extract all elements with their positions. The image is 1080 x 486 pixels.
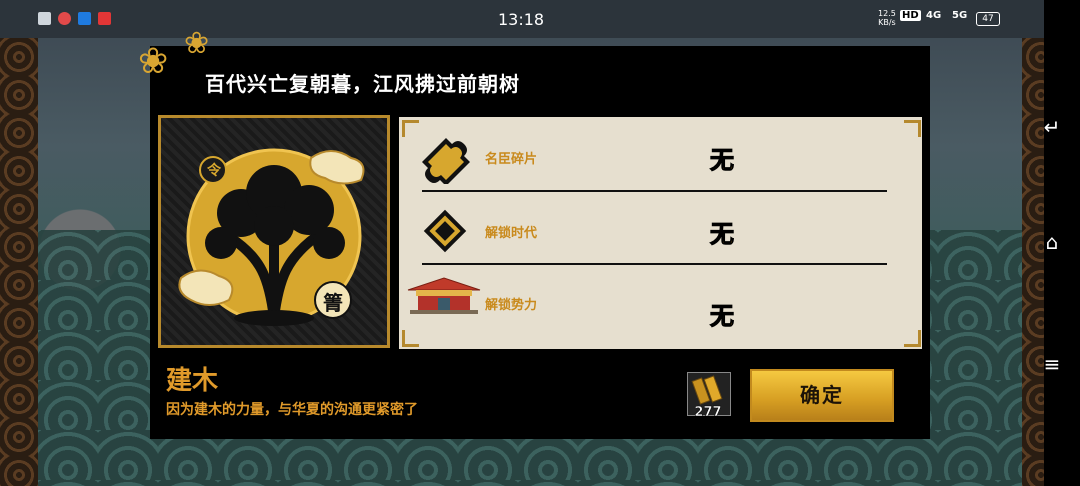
back-icon[interactable]: ↵ <box>1040 115 1064 139</box>
reward-description: 因为建木的力量，与华夏的沟通更紧密了 <box>166 402 418 418</box>
panel-corner-ornament <box>402 330 419 347</box>
palace-icon <box>407 277 481 314</box>
clock: 13:18 <box>498 10 545 29</box>
signal-5g: 5G <box>952 10 968 21</box>
emblem-top-glyph: 令 <box>207 163 221 179</box>
gold-bars-glyph <box>691 375 723 405</box>
row-divider <box>422 190 887 192</box>
confirm-button[interactable]: 确定 <box>750 369 894 422</box>
battery-indicator: 47 <box>976 12 1000 26</box>
zhihu-icon <box>78 12 91 25</box>
emblem-bottom-glyph: 箐 <box>323 291 343 315</box>
panel-corner-ornament <box>402 120 419 137</box>
row-value-era: 无 <box>710 220 735 249</box>
doc-icon <box>38 12 51 25</box>
left-border-pattern <box>0 0 38 486</box>
row-value-fragments: 无 <box>710 146 735 175</box>
flower-ornament-icon: ❀ <box>184 26 210 61</box>
row-label-fragments: 名臣碎片 <box>485 152 538 167</box>
hd-badge: HD <box>900 10 921 21</box>
row-label-era: 解锁时代 <box>485 226 538 241</box>
panel-corner-ornament <box>904 330 921 347</box>
menu-icon[interactable]: ≡ <box>1040 352 1064 376</box>
signal-4g: 4G <box>926 10 942 21</box>
red-app-icon <box>58 12 71 25</box>
net-speed-value: 12.5 <box>878 9 896 18</box>
home-icon[interactable]: ⌂ <box>1040 230 1064 254</box>
dialog-title: 百代兴亡复朝暮，江风拂过前朝树 <box>205 72 520 96</box>
reward-name: 建木 <box>166 366 219 396</box>
row-divider <box>422 263 887 265</box>
panel-corner-ornament <box>904 120 921 137</box>
row-value-faction: 无 <box>710 302 735 331</box>
flower-ornament-icon: ❀ <box>138 41 169 82</box>
toutiao-icon <box>98 12 111 25</box>
tree-emblem: 令 箐 <box>158 115 390 348</box>
jianmu-tree-icon <box>178 148 365 326</box>
diamond-token-icon <box>423 209 467 253</box>
item-count: 277 <box>694 405 722 421</box>
net-speed-unit: KB/s <box>878 18 896 27</box>
row-label-faction: 解锁势力 <box>485 298 538 313</box>
puzzle-icon <box>422 138 470 184</box>
net-speed: 12.5 KB/s <box>878 9 896 27</box>
status-bar: 13:18 12.5 KB/s HD 4G 5G 47 <box>0 0 1044 38</box>
